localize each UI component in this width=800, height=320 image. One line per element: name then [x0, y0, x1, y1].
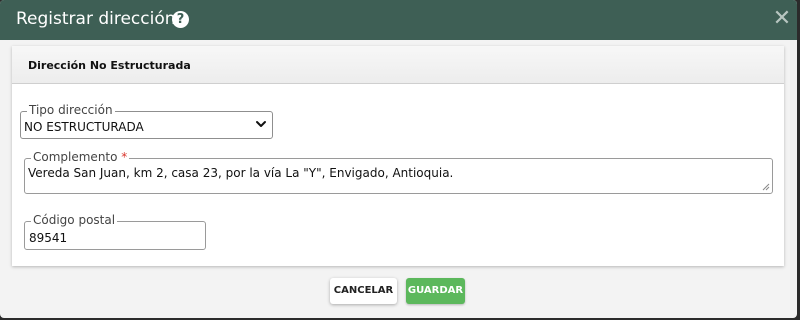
postal-code-label: Código postal — [31, 213, 118, 227]
required-mark: * — [121, 150, 128, 164]
save-button[interactable]: GUARDAR — [406, 278, 465, 304]
address-type-label: Tipo dirección — [27, 103, 115, 117]
complement-textarea[interactable]: Vereda San Juan, km 2, casa 23, por la v… — [24, 158, 773, 194]
close-icon[interactable]: ✕ — [772, 8, 792, 30]
cancel-button[interactable]: CANCELAR — [330, 278, 397, 304]
address-type-value: NO ESTRUCTURADA — [24, 120, 144, 134]
complement-label-text: Complemento — [33, 150, 118, 164]
resize-handle-icon[interactable] — [762, 183, 770, 191]
card-header: Dirección No Estructurada — [12, 46, 784, 84]
complement-label: Complemento * — [31, 150, 130, 164]
chevron-down-icon — [256, 121, 266, 127]
complement-value: Vereda San Juan, km 2, casa 23, por la v… — [28, 166, 454, 180]
dialog-title: Registrar dirección — [16, 9, 176, 29]
postal-code-value: 89541 — [29, 231, 68, 245]
question-circle-icon[interactable]: ? — [172, 11, 189, 28]
register-address-dialog: Registrar dirección ? ✕ Dirección No Est… — [0, 0, 797, 318]
section-title: Dirección No Estructurada — [28, 59, 191, 72]
dialog-titlebar: Registrar dirección ? ✕ — [0, 0, 797, 40]
